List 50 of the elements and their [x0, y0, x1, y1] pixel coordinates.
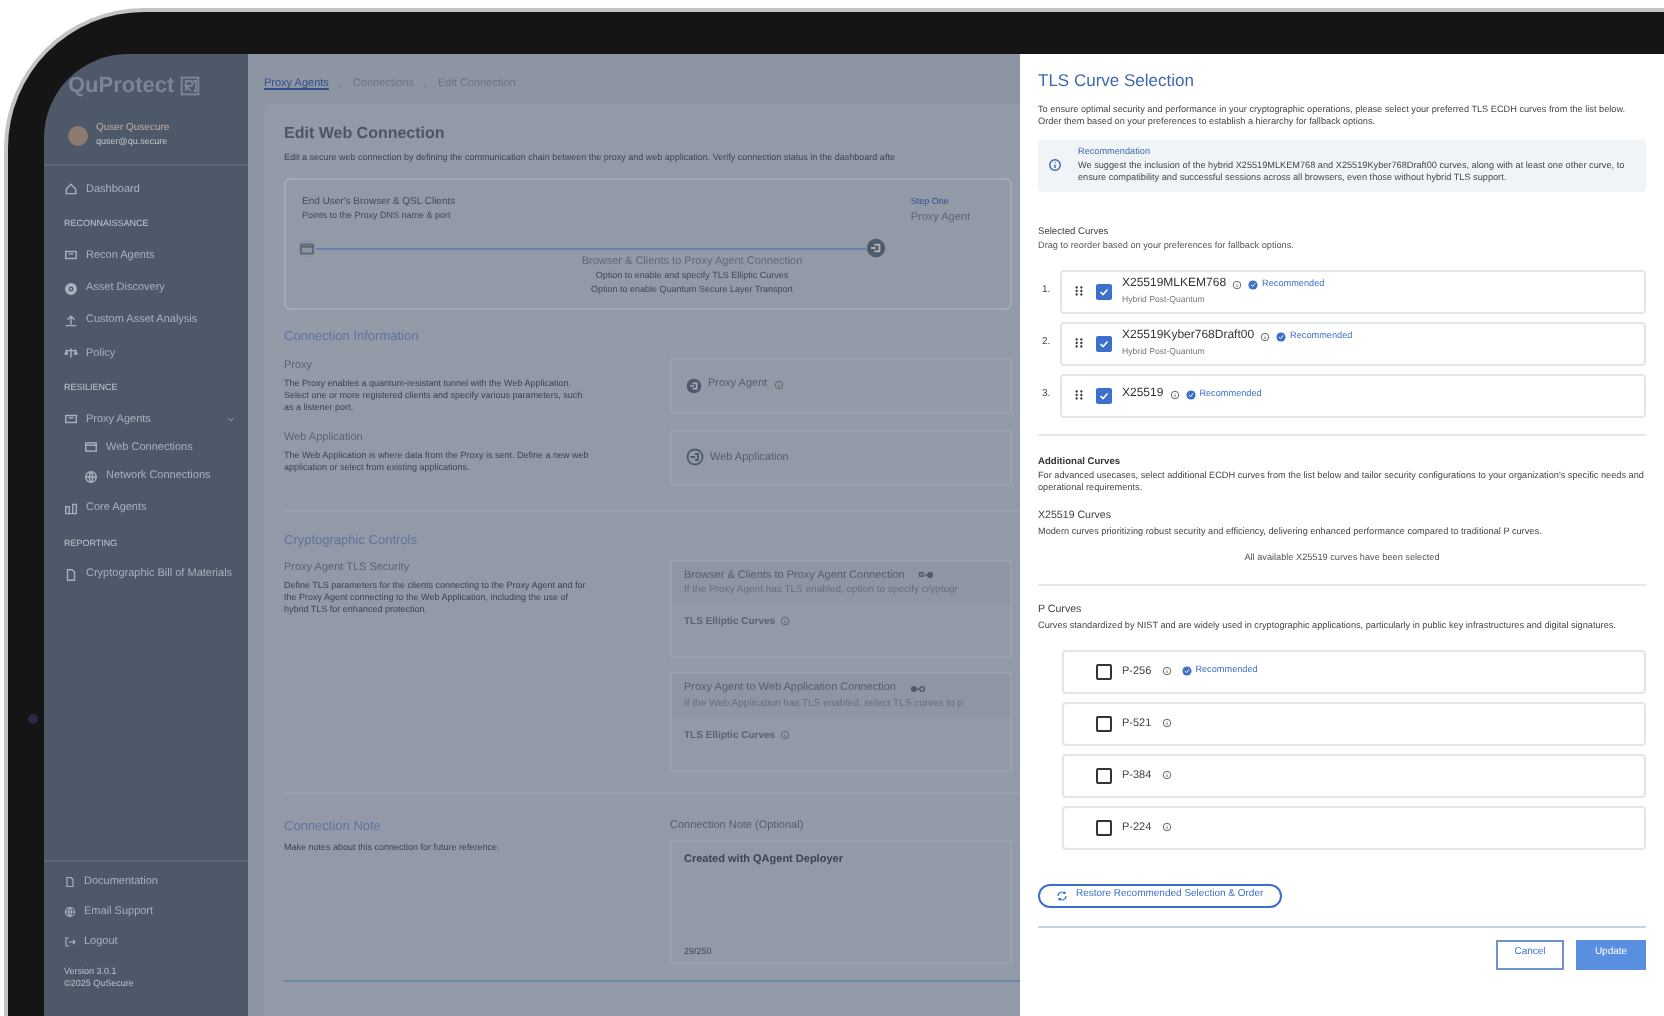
checkbox[interactable]: [1096, 819, 1112, 836]
checkmark-icon: [1098, 337, 1110, 350]
proxy-agent-icon: [686, 377, 702, 393]
info-icon: [1161, 718, 1172, 729]
drag-handle-icon: [1072, 284, 1086, 299]
checkmark-icon: [1098, 389, 1110, 402]
upload-icon: [64, 313, 78, 328]
verified-badge-icon: [1248, 279, 1259, 290]
browser-window-icon: [298, 239, 316, 257]
info-icon: [1232, 280, 1243, 290]
checkbox[interactable]: [1096, 335, 1112, 352]
info-icon: [779, 730, 790, 740]
avatar: [68, 125, 88, 146]
info-icon: [1161, 666, 1172, 677]
proxy-agent-icon: [866, 238, 886, 258]
info-icon: [1161, 822, 1172, 833]
drag-handle-icon: [1072, 388, 1086, 403]
brand-mark-icon: [180, 76, 201, 97]
checkmark-icon: [1098, 285, 1110, 298]
info-icon: [1260, 332, 1271, 342]
checkbox[interactable]: [1096, 767, 1112, 784]
verified-badge-icon: [1185, 390, 1196, 401]
verified-badge-icon: [1181, 666, 1192, 677]
globe-icon: [64, 906, 76, 919]
refresh-icon: [1056, 889, 1068, 902]
logout-icon: [64, 936, 76, 949]
window-icon: [84, 440, 98, 455]
web-application-icon: [686, 448, 704, 467]
drag-handle-icon: [1072, 336, 1086, 351]
info-icon: [1048, 158, 1062, 173]
panel-title: TLS Curve Selection: [1038, 68, 1196, 94]
home-icon: [64, 182, 78, 197]
card-title: Edit Web Connection: [284, 122, 447, 146]
checkbox[interactable]: [1096, 283, 1112, 300]
info-icon: [779, 616, 790, 627]
document-icon: [64, 875, 76, 888]
checkbox[interactable]: [1096, 715, 1112, 732]
scale-icon: [64, 346, 78, 361]
server-icon: [64, 501, 78, 516]
info-icon: [1169, 390, 1180, 401]
checkbox[interactable]: [1096, 387, 1112, 404]
document-icon: [64, 567, 78, 582]
globe-icon: [84, 469, 98, 484]
disc-icon: [64, 281, 78, 296]
agent-icon: [64, 248, 78, 263]
checkbox[interactable]: [1096, 663, 1112, 680]
agent-icon: [64, 412, 78, 427]
info-icon: [1161, 770, 1172, 781]
info-icon: [773, 380, 784, 390]
verified-badge-icon: [1276, 331, 1287, 342]
